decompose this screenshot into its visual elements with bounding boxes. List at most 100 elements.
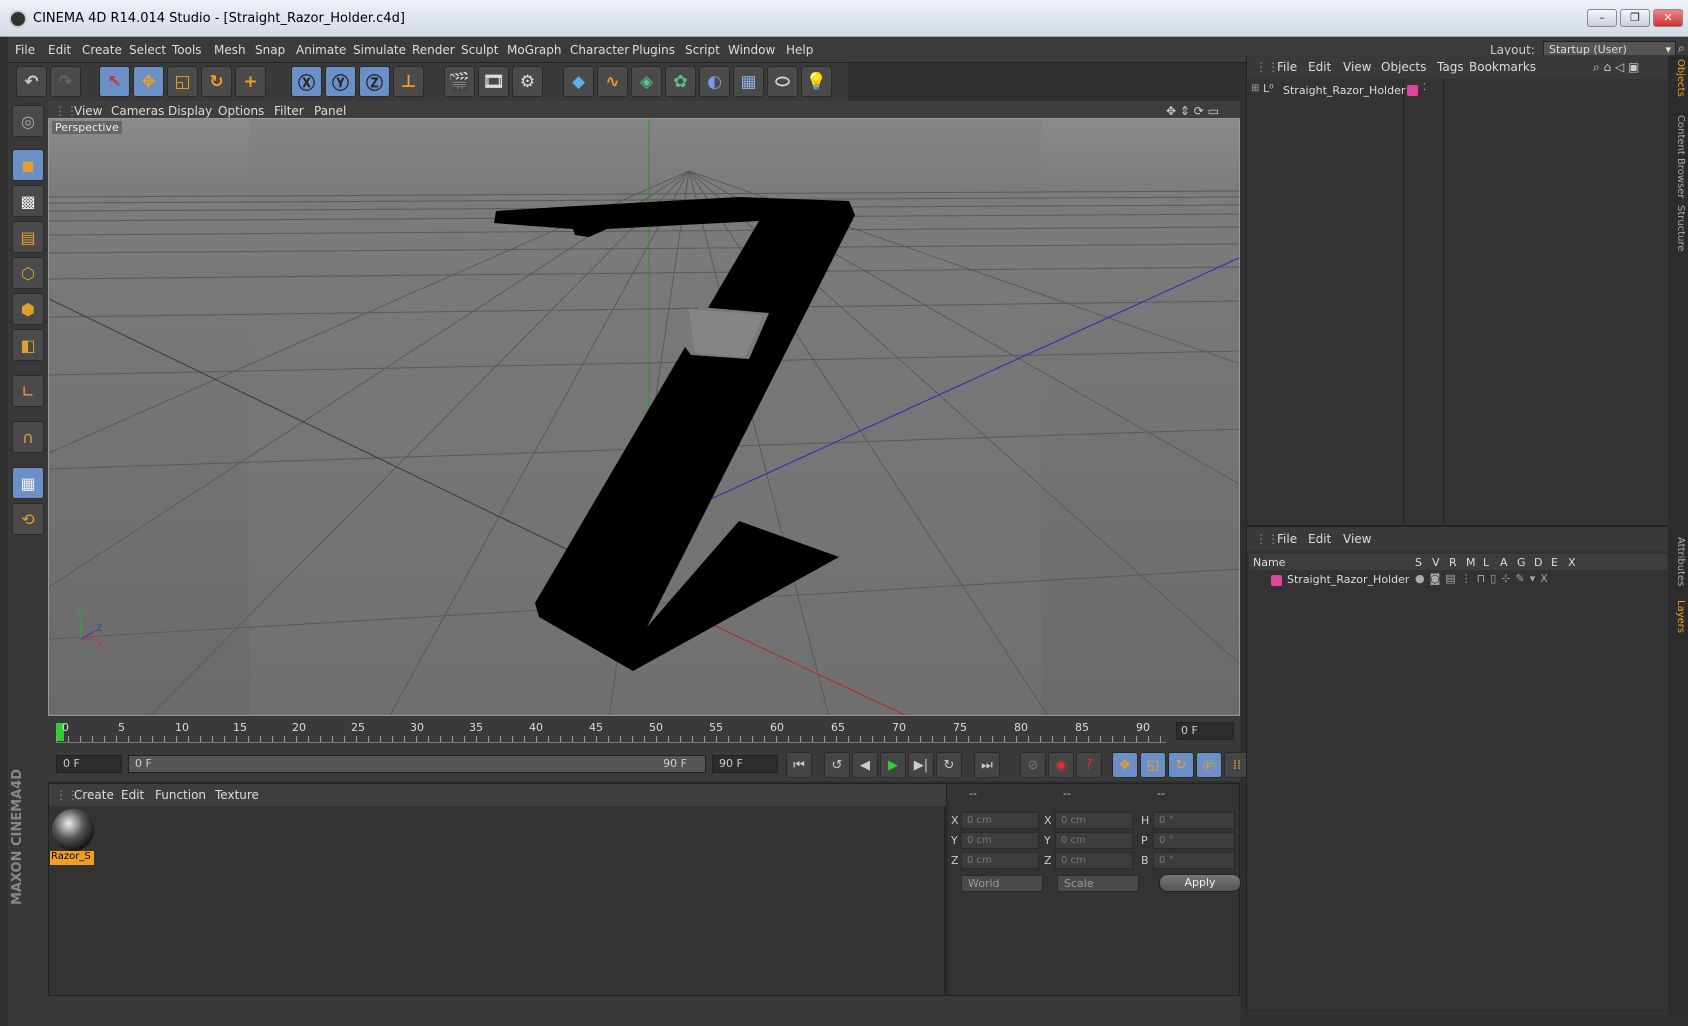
timeline-track[interactable]: 0 5 10 15 20 25 30 35 40 45 50 55 60 65 … bbox=[56, 721, 1166, 743]
axis-mode-icon[interactable]: ∟ bbox=[12, 375, 44, 407]
mat-menu-create[interactable]: Create bbox=[74, 788, 114, 802]
layer-color-swatch[interactable] bbox=[1271, 575, 1282, 586]
col-x[interactable]: X bbox=[1568, 556, 1576, 569]
pos-x-field[interactable]: 0 cm bbox=[961, 812, 1039, 829]
key-position-icon[interactable]: ✥ bbox=[1112, 752, 1138, 778]
key-scale-icon[interactable]: ◱ bbox=[1140, 752, 1166, 778]
menu-mesh[interactable]: Mesh bbox=[214, 43, 246, 57]
vp-menu-view[interactable]: View bbox=[74, 104, 102, 118]
menu-character[interactable]: Character bbox=[570, 43, 629, 57]
menu-select[interactable]: Select bbox=[129, 43, 166, 57]
search-icon[interactable]: ⌕ bbox=[1678, 41, 1685, 56]
y-axis-icon[interactable]: Ⓨ bbox=[325, 66, 356, 97]
col-r[interactable]: R bbox=[1449, 556, 1457, 569]
menu-animate[interactable]: Animate bbox=[296, 43, 346, 57]
layer-row[interactable]: Straight_Razor_Holder ●◙▤⋮⊓▯⊹✎▾X bbox=[1249, 571, 1667, 589]
nurbs-icon[interactable]: ◈ bbox=[631, 66, 662, 97]
pos-z-field[interactable]: 0 cm bbox=[961, 852, 1039, 869]
vp-menu-options[interactable]: Options bbox=[218, 104, 264, 118]
size-z-field[interactable]: 0 cm bbox=[1055, 852, 1133, 869]
key-rotation-icon[interactable]: ↻ bbox=[1168, 752, 1194, 778]
col-e[interactable]: E bbox=[1551, 556, 1558, 569]
tab-attributes[interactable]: Attributes bbox=[1670, 537, 1686, 586]
autokey-icon[interactable]: ? bbox=[1076, 752, 1102, 778]
render-picture-viewer-icon[interactable]: 🎞 bbox=[478, 66, 509, 97]
close-button[interactable]: ✕ bbox=[1653, 9, 1683, 27]
col-d[interactable]: D bbox=[1534, 556, 1542, 569]
go-to-start-icon[interactable]: ⏮ bbox=[786, 752, 812, 778]
obj-menu-edit[interactable]: Edit bbox=[1308, 60, 1331, 74]
vp-menu-cameras[interactable]: Cameras bbox=[111, 104, 164, 118]
play-icon[interactable]: ▶ bbox=[880, 752, 906, 778]
rot-b-field[interactable]: 0 ° bbox=[1153, 852, 1235, 869]
x-axis-icon[interactable]: Ⓧ bbox=[291, 66, 322, 97]
edges-mode-icon[interactable]: ⬢ bbox=[12, 293, 44, 325]
go-to-end-icon[interactable]: ⏭ bbox=[974, 752, 1000, 778]
menu-help[interactable]: Help bbox=[786, 43, 813, 57]
obj-menu-objects[interactable]: Objects bbox=[1381, 60, 1426, 74]
col-g[interactable]: G bbox=[1517, 556, 1526, 569]
col-l[interactable]: L bbox=[1483, 556, 1489, 569]
col-a[interactable]: A bbox=[1500, 556, 1508, 569]
menu-file[interactable]: File bbox=[15, 43, 35, 57]
points-mode-icon[interactable]: ⬡ bbox=[12, 257, 44, 289]
snap-magnet-icon[interactable]: ∩ bbox=[12, 421, 44, 453]
redo-icon[interactable]: ↷ bbox=[50, 66, 81, 97]
rot-p-field[interactable]: 0 ° bbox=[1153, 832, 1235, 849]
record-icon[interactable]: ◉ bbox=[1048, 752, 1074, 778]
size-y-field[interactable]: 0 cm bbox=[1055, 832, 1133, 849]
viewport-nav-icons[interactable]: ✥ ⇕ ⟳ ▭ bbox=[1166, 104, 1219, 118]
z-axis-icon[interactable]: Ⓩ bbox=[359, 66, 390, 97]
obj-menu-tags[interactable]: Tags bbox=[1437, 60, 1464, 74]
record-off-icon[interactable]: ⊘ bbox=[1020, 752, 1046, 778]
render-view-icon[interactable]: 🎬 bbox=[444, 66, 475, 97]
coordinate-mode-select[interactable]: World bbox=[961, 875, 1043, 892]
menu-plugins[interactable]: Plugins bbox=[632, 43, 675, 57]
model-mode-icon[interactable]: ◼ bbox=[12, 149, 44, 181]
previous-frame-icon[interactable]: ◀ bbox=[852, 752, 878, 778]
make-editable-icon[interactable]: ◎ bbox=[12, 105, 44, 137]
visibility-dots-icon[interactable]: ⁚ bbox=[1423, 82, 1426, 93]
col-v[interactable]: V bbox=[1432, 556, 1440, 569]
timeline-ruler[interactable]: 0 5 10 15 20 25 30 35 40 45 50 55 60 65 … bbox=[48, 717, 1240, 747]
undo-icon[interactable]: ↶ bbox=[16, 66, 47, 97]
material-name[interactable]: Razor_S bbox=[50, 851, 94, 865]
layer-flag-icons[interactable]: ●◙▤⋮⊓▯⊹✎▾X bbox=[1415, 572, 1553, 585]
spline-icon[interactable]: ∿ bbox=[597, 66, 628, 97]
vp-menu-display[interactable]: Display bbox=[168, 104, 212, 118]
layer-menu-file[interactable]: File bbox=[1277, 532, 1297, 546]
tab-structure[interactable]: Structure bbox=[1670, 205, 1686, 252]
layer-color-swatch[interactable] bbox=[1407, 85, 1418, 96]
pos-y-field[interactable]: 0 cm bbox=[961, 832, 1039, 849]
mat-menu-texture[interactable]: Texture bbox=[215, 788, 259, 802]
expand-icon[interactable]: ⊞ bbox=[1251, 83, 1259, 94]
menu-simulate[interactable]: Simulate bbox=[353, 43, 406, 57]
previous-key-icon[interactable]: ↺ bbox=[824, 752, 850, 778]
frame-range-slider[interactable]: 0 F 90 F bbox=[128, 755, 706, 773]
tab-layers[interactable]: Layers bbox=[1670, 600, 1686, 633]
solo-mode-icon[interactable]: ⟲ bbox=[12, 503, 44, 535]
minimize-button[interactable]: – bbox=[1587, 9, 1617, 27]
key-param-icon[interactable]: Ⓟ bbox=[1196, 752, 1222, 778]
layer-menu-edit[interactable]: Edit bbox=[1308, 532, 1331, 546]
maximize-button[interactable]: ❐ bbox=[1620, 9, 1650, 27]
menu-mograph[interactable]: MoGraph bbox=[507, 43, 562, 57]
menu-create[interactable]: Create bbox=[82, 43, 122, 57]
material-preview[interactable] bbox=[52, 809, 94, 851]
next-frame-icon[interactable]: ▶| bbox=[908, 752, 934, 778]
start-frame-field[interactable]: 0 F bbox=[56, 755, 122, 773]
obj-menu-bookmarks[interactable]: Bookmarks bbox=[1469, 60, 1536, 74]
deformer-icon[interactable]: ◐ bbox=[699, 66, 730, 97]
workplane-icon[interactable]: ▤ bbox=[12, 221, 44, 253]
menu-tools[interactable]: Tools bbox=[172, 43, 202, 57]
apply-button[interactable]: Apply bbox=[1159, 874, 1241, 892]
vp-menu-filter[interactable]: Filter bbox=[274, 104, 304, 118]
array-icon[interactable]: ✿ bbox=[665, 66, 696, 97]
grid-lock-icon[interactable]: ▦ bbox=[12, 467, 44, 499]
size-x-field[interactable]: 0 cm bbox=[1055, 812, 1133, 829]
rot-h-field[interactable]: 0 ° bbox=[1153, 812, 1235, 829]
end-frame-field[interactable]: 90 F bbox=[712, 755, 778, 773]
obj-menu-file[interactable]: File bbox=[1277, 60, 1297, 74]
cube-icon[interactable]: ◆ bbox=[563, 66, 594, 97]
rotate-icon[interactable]: ↻ bbox=[201, 66, 232, 97]
